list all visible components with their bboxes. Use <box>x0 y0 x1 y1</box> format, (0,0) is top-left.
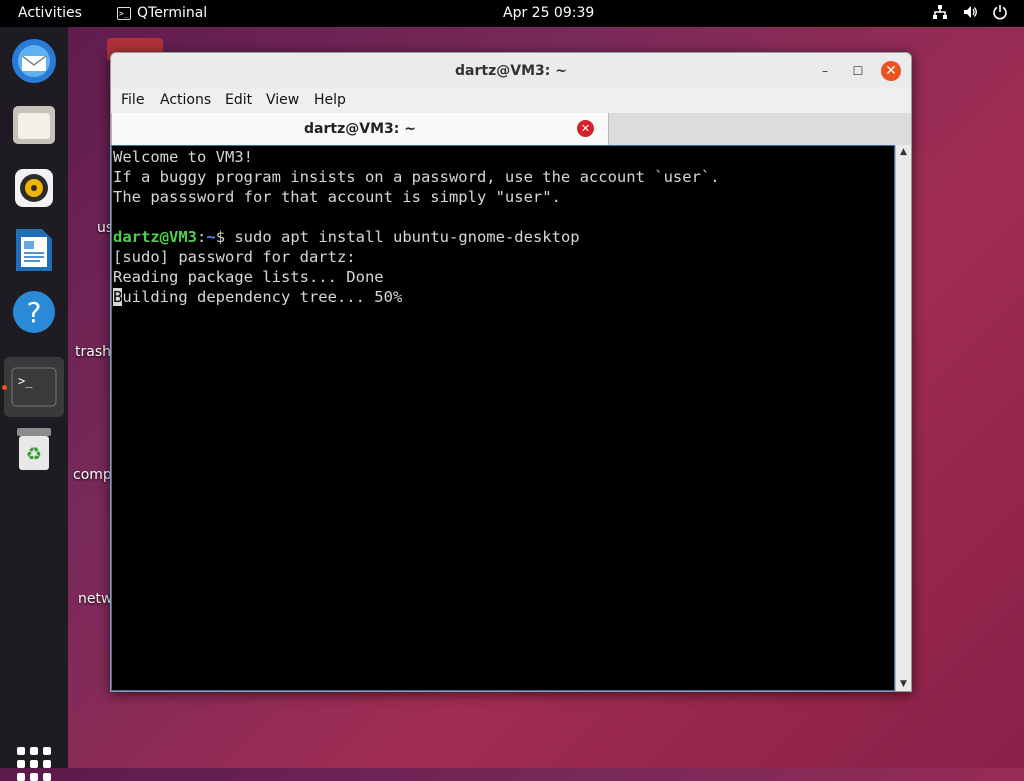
network-icon <box>933 5 947 19</box>
thunderbird-icon <box>12 39 56 83</box>
terminal-launcher[interactable]: >_ <box>4 357 64 417</box>
desktop-label-network[interactable]: netw <box>78 591 112 607</box>
menu-edit[interactable]: Edit <box>225 92 252 108</box>
activities-button[interactable]: Activities <box>18 5 82 21</box>
window-title: dartz@VM3: ~ <box>455 63 567 79</box>
terminal-output[interactable]: Welcome to VM3! If a buggy program insis… <box>111 145 895 691</box>
scroll-down-icon[interactable]: ▼ <box>896 677 911 691</box>
files-launcher[interactable] <box>10 101 58 149</box>
text-cursor: B <box>113 288 123 306</box>
tab-title: dartz@VM3: ~ <box>304 121 416 137</box>
trash-icon: ♻ <box>17 428 51 470</box>
top-bar: Activities >_ QTerminal Apr 25 09:39 <box>0 0 1024 27</box>
show-apps-button[interactable] <box>17 747 51 781</box>
menu-file[interactable]: File <box>121 92 144 108</box>
svg-text:♻: ♻ <box>26 444 42 465</box>
window-titlebar[interactable]: dartz@VM3: ~ – ☐ ✕ <box>111 53 911 89</box>
close-button[interactable]: ✕ <box>881 61 901 81</box>
desktop-label-trash[interactable]: trash <box>75 344 111 360</box>
app-name: QTerminal <box>137 5 208 21</box>
tab-close-icon[interactable]: ✕ <box>577 120 594 137</box>
prompt-path: ~ <box>206 228 216 246</box>
tab-strip: dartz@VM3: ~ ✕ <box>111 113 911 145</box>
terminal-tab[interactable]: dartz@VM3: ~ ✕ <box>111 113 609 145</box>
dock: ? >_ ♻ <box>0 27 68 781</box>
svg-text:?: ? <box>27 296 42 329</box>
maximize-button[interactable]: ☐ <box>848 61 868 81</box>
progress-text: uilding dependency tree... 50% <box>122 288 403 306</box>
rhythmbox-launcher[interactable] <box>10 164 58 212</box>
svg-text:>_: >_ <box>18 374 33 388</box>
app-menu-button[interactable]: >_ QTerminal <box>117 5 207 21</box>
power-icon <box>993 5 1007 20</box>
help-icon: ? <box>13 291 55 333</box>
trash-launcher[interactable]: ♻ <box>10 425 58 473</box>
system-menu[interactable] <box>932 4 1008 20</box>
prompt-user: dartz@VM3 <box>113 228 197 246</box>
desktop-label-computer[interactable]: comp <box>73 467 112 483</box>
writer-launcher[interactable] <box>10 226 58 274</box>
terminal-line-current: Building dependency tree... 50% <box>113 287 894 307</box>
minimize-button[interactable]: – <box>815 61 835 81</box>
menu-bar: File Actions Edit View Help <box>111 89 911 113</box>
writer-icon <box>16 229 52 271</box>
terminal-app-icon: >_ <box>117 6 131 20</box>
prompt-command: $ sudo apt install ubuntu-gnome-desktop <box>215 228 580 246</box>
prompt-separator: : <box>197 228 207 246</box>
terminal-line: [sudo] password for dartz: <box>113 248 356 266</box>
prompt-line: dartz@VM3:~$ sudo apt install ubuntu-gno… <box>113 227 894 247</box>
clock[interactable]: Apr 25 09:39 <box>503 5 594 21</box>
terminal-line: The passsword for that account is simply… <box>113 188 561 206</box>
terminal-line: Reading package lists... Done <box>113 268 384 286</box>
thunderbird-launcher[interactable] <box>10 37 58 85</box>
help-launcher[interactable]: ? <box>10 288 58 336</box>
menu-help[interactable]: Help <box>314 92 346 108</box>
files-icon <box>13 106 55 144</box>
scroll-up-icon[interactable]: ▲ <box>896 145 911 159</box>
terminal-line: If a buggy program insists on a password… <box>113 168 720 186</box>
terminal-window: dartz@VM3: ~ – ☐ ✕ File Actions Edit Vie… <box>110 52 912 692</box>
terminal-icon: >_ <box>11 367 57 407</box>
running-indicator <box>2 385 7 390</box>
terminal-scrollbar[interactable]: ▲ ▼ <box>895 145 911 691</box>
menu-view[interactable]: View <box>266 92 299 108</box>
volume-icon <box>964 6 977 18</box>
rhythmbox-icon <box>15 169 53 207</box>
terminal-line: Welcome to VM3! <box>113 148 253 166</box>
menu-actions[interactable]: Actions <box>160 92 211 108</box>
